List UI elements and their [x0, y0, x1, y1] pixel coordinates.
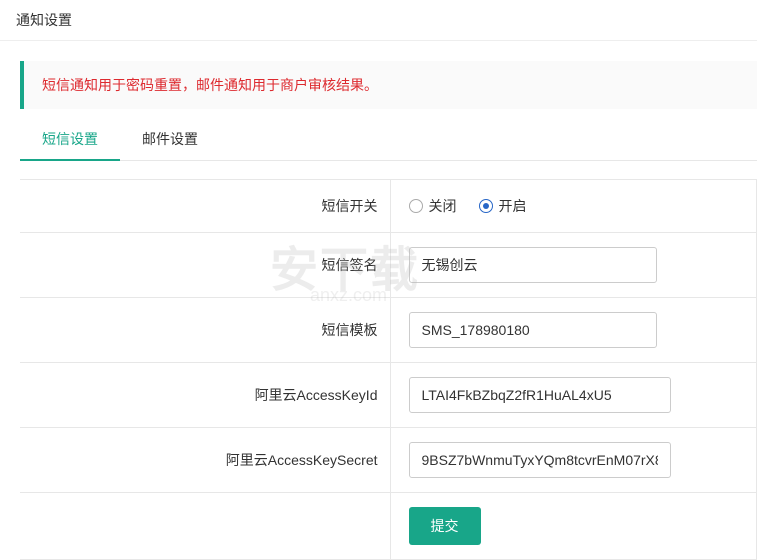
row-access-key-secret: 阿里云AccessKeySecret	[20, 428, 757, 493]
alert-text: 短信通知用于密码重置，邮件通知用于商户审核结果。	[42, 77, 378, 93]
label-sms-template: 短信模板	[20, 298, 390, 363]
label-access-key-id: 阿里云AccessKeyId	[20, 363, 390, 428]
radio-icon	[409, 199, 423, 213]
submit-button[interactable]: 提交	[409, 507, 481, 545]
tab-label: 邮件设置	[142, 131, 198, 147]
row-sms-switch: 短信开关 关闭 开启	[20, 180, 757, 233]
label-sms-switch: 短信开关	[20, 180, 390, 233]
tab-sms-settings[interactable]: 短信设置	[20, 119, 120, 161]
label-access-key-secret: 阿里云AccessKeySecret	[20, 428, 390, 493]
row-sms-sign: 短信签名	[20, 233, 757, 298]
radio-sms-off[interactable]: 关闭	[409, 196, 457, 216]
tabs: 短信设置 邮件设置	[20, 119, 757, 161]
input-sms-template[interactable]	[409, 312, 657, 348]
submit-button-label: 提交	[431, 518, 459, 534]
settings-form: 短信开关 关闭 开启	[20, 179, 757, 560]
tab-label: 短信设置	[42, 131, 98, 147]
input-sms-sign[interactable]	[409, 247, 657, 283]
label-sms-sign: 短信签名	[20, 233, 390, 298]
row-sms-template: 短信模板	[20, 298, 757, 363]
radio-label: 关闭	[429, 196, 457, 216]
input-access-key-secret[interactable]	[409, 442, 671, 478]
radio-label: 开启	[499, 196, 527, 216]
input-access-key-id[interactable]	[409, 377, 671, 413]
tab-email-settings[interactable]: 邮件设置	[120, 119, 220, 161]
label-empty	[20, 493, 390, 560]
page-title: 通知设置	[0, 0, 757, 41]
page-title-text: 通知设置	[16, 12, 72, 28]
row-submit: 提交	[20, 493, 757, 560]
alert-banner: 短信通知用于密码重置，邮件通知用于商户审核结果。	[20, 61, 757, 109]
radio-icon	[479, 199, 493, 213]
row-access-key-id: 阿里云AccessKeyId	[20, 363, 757, 428]
radio-sms-on[interactable]: 开启	[479, 196, 527, 216]
sms-switch-radio-group: 关闭 开启	[409, 196, 739, 216]
